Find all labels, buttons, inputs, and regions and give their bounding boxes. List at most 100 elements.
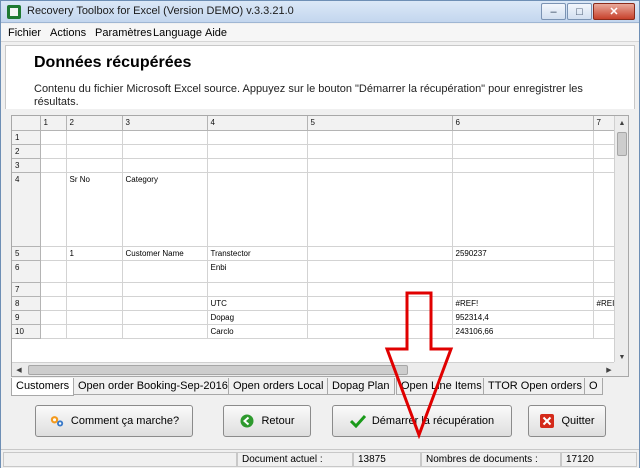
table-cell[interactable] xyxy=(122,324,208,339)
row-header[interactable]: 8 xyxy=(12,296,41,311)
table-cell[interactable] xyxy=(307,158,453,173)
menu-parametres[interactable]: Paramètres xyxy=(95,27,152,39)
table-cell[interactable] xyxy=(307,172,453,247)
table-cell[interactable] xyxy=(66,260,123,283)
table-cell[interactable] xyxy=(307,324,453,339)
menu-fichier[interactable]: Fichier xyxy=(8,27,41,39)
table-cell[interactable] xyxy=(40,144,67,159)
tab-dopag-plan[interactable]: Dopag Plan xyxy=(327,378,395,395)
table-cell[interactable] xyxy=(122,144,208,159)
horizontal-scrollbar[interactable]: ◀ ▶ xyxy=(12,362,616,376)
menu-actions[interactable]: Actions xyxy=(50,27,86,39)
table-cell[interactable] xyxy=(66,144,123,159)
column-header[interactable]: 4 xyxy=(207,116,308,131)
table-cell[interactable] xyxy=(207,282,308,297)
table-cell[interactable]: 243106,66 xyxy=(452,324,594,339)
table-cell[interactable] xyxy=(452,282,594,297)
table-cell[interactable] xyxy=(40,282,67,297)
start-recovery-button[interactable]: Démarrer la récupération xyxy=(332,405,512,437)
scroll-left-icon[interactable]: ◀ xyxy=(12,363,26,376)
row-header[interactable]: 6 xyxy=(12,260,41,283)
tab-open-orders-local[interactable]: Open orders Local xyxy=(228,378,329,395)
row-header[interactable]: 2 xyxy=(12,144,41,159)
horizontal-scroll-thumb[interactable] xyxy=(28,365,408,375)
column-header[interactable]: 2 xyxy=(66,116,123,131)
tab-customers[interactable]: Customers xyxy=(11,378,75,396)
table-cell[interactable] xyxy=(122,310,208,325)
grid-corner[interactable] xyxy=(12,116,41,131)
table-cell[interactable] xyxy=(66,130,123,145)
table-cell[interactable] xyxy=(40,324,67,339)
minimize-button[interactable]: – xyxy=(541,3,566,20)
table-cell[interactable] xyxy=(122,260,208,283)
table-cell[interactable] xyxy=(207,172,308,247)
table-cell[interactable] xyxy=(40,172,67,247)
table-cell[interactable] xyxy=(307,246,453,261)
menu-language[interactable]: Language xyxy=(153,27,202,39)
column-header[interactable]: 6 xyxy=(452,116,594,131)
table-cell[interactable]: 2590237 xyxy=(452,246,594,261)
table-cell[interactable]: 952314,4 xyxy=(452,310,594,325)
table-cell[interactable] xyxy=(66,158,123,173)
table-cell[interactable] xyxy=(307,144,453,159)
table-cell[interactable] xyxy=(66,310,123,325)
table-cell[interactable]: Category xyxy=(122,172,208,247)
quit-button[interactable]: Quitter xyxy=(528,405,606,437)
row-header[interactable]: 7 xyxy=(12,282,41,297)
table-cell[interactable] xyxy=(452,130,594,145)
table-cell[interactable]: Transtector xyxy=(207,246,308,261)
tab-open-order-booking[interactable]: Open order Booking-Sep-2016 xyxy=(73,378,233,395)
table-cell[interactable] xyxy=(40,296,67,311)
title-bar[interactable]: Recovery Toolbox for Excel (Version DEMO… xyxy=(1,1,639,23)
table-cell[interactable] xyxy=(452,260,594,283)
table-cell[interactable] xyxy=(122,130,208,145)
column-header[interactable]: 5 xyxy=(307,116,453,131)
table-cell[interactable] xyxy=(66,282,123,297)
back-button[interactable]: Retour xyxy=(223,405,311,437)
table-cell[interactable] xyxy=(207,130,308,145)
row-header[interactable]: 5 xyxy=(12,246,41,261)
tab-open-line-items[interactable]: Open Line Items xyxy=(396,378,487,395)
table-cell[interactable]: Carclo xyxy=(207,324,308,339)
table-cell[interactable] xyxy=(307,310,453,325)
how-it-works-button[interactable]: Comment ça marche? xyxy=(35,405,193,437)
row-header[interactable]: 9 xyxy=(12,310,41,325)
table-cell[interactable] xyxy=(452,144,594,159)
table-cell[interactable] xyxy=(66,296,123,311)
row-header[interactable]: 10 xyxy=(12,324,41,339)
spreadsheet-grid[interactable]: 1 2 3 4 5 6 7 1 2 3 4 Sr No Category 5 1 Custome… xyxy=(11,115,629,377)
row-header[interactable]: 3 xyxy=(12,158,41,173)
table-cell[interactable] xyxy=(307,282,453,297)
close-button[interactable]: ✕ xyxy=(593,3,635,20)
scroll-up-icon[interactable]: ▲ xyxy=(615,116,628,130)
table-cell[interactable] xyxy=(207,144,308,159)
table-cell[interactable]: UTC xyxy=(207,296,308,311)
menu-aide[interactable]: Aide xyxy=(205,27,227,39)
tab-overflow[interactable]: O xyxy=(584,378,603,395)
table-cell[interactable] xyxy=(40,246,67,261)
table-cell[interactable] xyxy=(66,324,123,339)
table-cell[interactable]: Dopag xyxy=(207,310,308,325)
row-header[interactable]: 4 xyxy=(12,172,41,247)
table-cell[interactable] xyxy=(122,296,208,311)
table-cell[interactable] xyxy=(452,158,594,173)
table-cell[interactable] xyxy=(452,172,594,247)
table-cell[interactable]: Customer Name xyxy=(122,246,208,261)
table-cell[interactable] xyxy=(40,310,67,325)
column-header[interactable]: 1 xyxy=(40,116,67,131)
table-cell[interactable]: #REF! xyxy=(452,296,594,311)
table-cell[interactable]: 1 xyxy=(66,246,123,261)
table-cell[interactable] xyxy=(40,130,67,145)
table-cell[interactable] xyxy=(207,158,308,173)
table-cell[interactable] xyxy=(307,130,453,145)
maximize-button[interactable]: □ xyxy=(567,3,592,20)
table-cell[interactable] xyxy=(40,158,67,173)
table-cell[interactable]: Enbi xyxy=(207,260,308,283)
table-cell[interactable] xyxy=(122,158,208,173)
column-header[interactable]: 3 xyxy=(122,116,208,131)
row-header[interactable]: 1 xyxy=(12,130,41,145)
tab-ttor-open-orders[interactable]: TTOR Open orders xyxy=(483,378,587,395)
table-cell[interactable] xyxy=(307,260,453,283)
table-cell[interactable] xyxy=(122,282,208,297)
table-cell[interactable] xyxy=(40,260,67,283)
